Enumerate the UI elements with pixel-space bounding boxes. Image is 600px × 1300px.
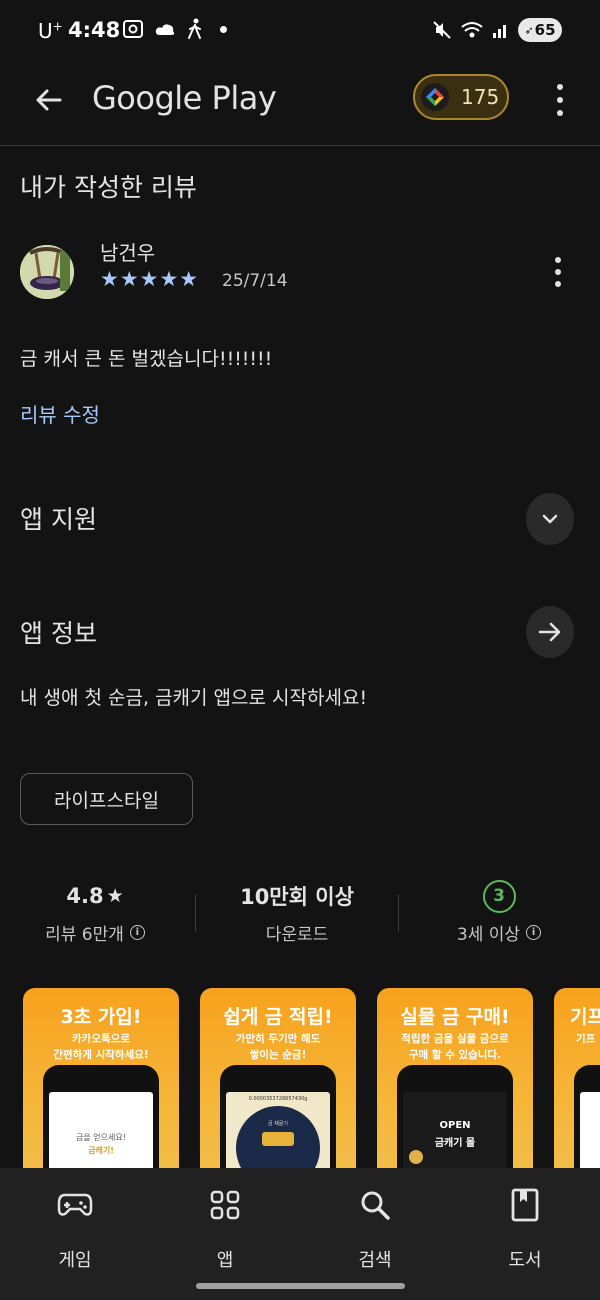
- leaf-icon: ➶: [524, 23, 534, 37]
- screenshot-title: 기프: [570, 1006, 600, 1028]
- downloads-stat: 10만회 이상 다운로드: [202, 876, 392, 945]
- gamepad-icon: [57, 1193, 93, 1216]
- screenshot-subtitle: 적립한 금을 실물 금으로 구매 할 수 있습니다.: [401, 1033, 509, 1062]
- nav-label: 검색: [358, 1250, 392, 1271]
- back-button[interactable]: [26, 78, 70, 122]
- info-icon: i: [526, 925, 542, 940]
- stat-divider: [398, 894, 399, 932]
- app-support-expand-button[interactable]: [526, 493, 574, 545]
- screenshot-card[interactable]: 쉽게 금 적립! 가만히 두기만 해도 쌓이는 순금! 0.00003537286…: [200, 988, 356, 1168]
- reviews-count: 리뷰 6만개: [45, 925, 124, 945]
- about-app-title: 앱 정보: [20, 619, 97, 648]
- review-date: 25/7/14: [222, 271, 288, 291]
- age-rating-stat[interactable]: 3 3세 이상 i: [404, 876, 594, 945]
- stat-divider: [195, 894, 196, 932]
- apps-grid-icon: [210, 1190, 240, 1220]
- status-icons-right: ➶ 65: [432, 18, 562, 42]
- info-icon: i: [129, 925, 145, 940]
- cloud-icon: [155, 24, 175, 35]
- phone-mockup: [574, 1065, 600, 1168]
- app-description: 내 생애 첫 순금, 금캐기 앱으로 시작하세요!: [20, 687, 368, 709]
- battery-indicator: ➶ 65: [518, 18, 562, 42]
- status-icons-left: [122, 18, 227, 40]
- nav-search[interactable]: 검색: [325, 1184, 425, 1272]
- play-points-button[interactable]: 175: [413, 74, 509, 120]
- my-review-title: 내가 작성한 리뷰: [20, 173, 197, 202]
- screenshot-subtitle: 기프: [576, 1033, 596, 1045]
- rating-value: 4.8: [66, 884, 104, 908]
- search-icon: [361, 1191, 390, 1220]
- arrow-forward-icon: [538, 622, 561, 642]
- play-store-page: U+ 4:48 ➶ 65 Google Play 175 내가 작성한 리뷰 남…: [0, 0, 600, 1300]
- downloads-label: 다운로드: [265, 925, 329, 945]
- phone-mockup: 0.0000353728657430g 금 채굴기: [220, 1065, 336, 1168]
- app-stats: 4.8 ★ 리뷰 6만개 i 10만회 이상 다운로드 3 3세 이상 i: [0, 876, 600, 956]
- carrier-label: U+: [38, 19, 63, 43]
- screenshot-carousel[interactable]: 3초 가입! 카카오톡으로 간편하게 시작하세요! 금을 얻으세요! 금캐기! 쉽…: [23, 988, 600, 1168]
- more-options-button[interactable]: [550, 82, 570, 118]
- screenshot-card[interactable]: 3초 가입! 카카오톡으로 간편하게 시작하세요! 금을 얻으세요! 금캐기!: [23, 988, 179, 1168]
- screenshot-screen-text: 금캐기!: [88, 1146, 114, 1155]
- screenshot-screen-text: 금캐기 몰: [434, 1138, 476, 1149]
- nav-games[interactable]: 게임: [25, 1184, 125, 1272]
- signal-icon: [493, 25, 506, 38]
- phone-mockup: 금을 얻으세요! 금캐기!: [43, 1065, 159, 1168]
- screenshot-screen-text: 금을 얻으세요!: [76, 1133, 126, 1142]
- play-points-icon: [421, 83, 449, 111]
- app-bar: Google Play 175: [0, 62, 600, 146]
- star-icon: ★: [106, 885, 124, 907]
- phone-mockup: OPEN 금캐기 몰: [397, 1065, 513, 1168]
- screenshot-subtitle: 카카오톡으로 간편하게 시작하세요!: [53, 1033, 149, 1062]
- bottom-navigation: 게임 앱 검색 도서: [0, 1168, 600, 1300]
- screenshot-screen-text: OPEN: [439, 1120, 471, 1131]
- wifi-icon: [461, 22, 483, 38]
- nav-label: 앱: [216, 1250, 234, 1271]
- age-rating-badge-icon: 3: [482, 879, 516, 913]
- avatar: [20, 245, 74, 299]
- nav-label: 게임: [58, 1250, 92, 1271]
- downloads-value: 10만회 이상: [240, 885, 354, 909]
- nav-apps[interactable]: 앱: [175, 1184, 275, 1272]
- screenshot-title: 3초 가입!: [60, 1006, 142, 1028]
- screenshot-screen-text: 0.0000353728657430g: [248, 1096, 308, 1102]
- play-points-value: 175: [461, 85, 500, 109]
- more-vert-icon: [557, 84, 563, 90]
- about-app-arrow-button[interactable]: [526, 606, 574, 658]
- walking-icon: [188, 18, 201, 39]
- notification-dot-icon: [220, 25, 227, 33]
- screenshot-screen-text: 금 채굴기: [268, 1121, 288, 1127]
- category-chip[interactable]: 라이프스타일: [20, 773, 193, 825]
- nav-books[interactable]: 도서: [475, 1184, 575, 1272]
- book-icon: [511, 1188, 539, 1222]
- review-more-button[interactable]: [550, 256, 566, 288]
- status-bar: U+ 4:48 ➶ 65: [0, 0, 600, 62]
- screenshot-card[interactable]: 실물 금 구매! 적립한 금을 실물 금으로 구매 할 수 있습니다. OPEN …: [377, 988, 533, 1168]
- screenshot-title: 쉽게 금 적립!: [223, 1006, 333, 1028]
- edit-review-link[interactable]: 리뷰 수정: [20, 399, 100, 428]
- screenshot-title: 실물 금 구매!: [400, 1006, 510, 1028]
- arrow-back-icon: [36, 89, 62, 111]
- screenshot-card[interactable]: 기프 기프: [554, 988, 600, 1168]
- review-star-rating: ★★★★★: [100, 267, 200, 291]
- app-bar-title: Google Play: [92, 79, 277, 117]
- app-support-title: 앱 지원: [20, 505, 97, 534]
- screenshot-subtitle: 가만히 두기만 해도 쌓이는 순금!: [235, 1033, 321, 1062]
- gesture-handle: [196, 1283, 405, 1289]
- more-vert-icon: [555, 257, 561, 263]
- review-text: 금 캐서 큰 돈 벌겠습니다!!!!!!!: [20, 348, 273, 370]
- clock: 4:48: [68, 18, 121, 42]
- screenshot-icon: [123, 20, 143, 38]
- age-rating-label: 3세 이상: [456, 925, 521, 945]
- chevron-down-icon: [542, 514, 558, 524]
- nav-label: 도서: [508, 1250, 542, 1271]
- rating-stat[interactable]: 4.8 ★ 리뷰 6만개 i: [0, 876, 190, 945]
- reviewer-name: 남건우: [100, 241, 156, 265]
- mute-icon: [433, 21, 451, 39]
